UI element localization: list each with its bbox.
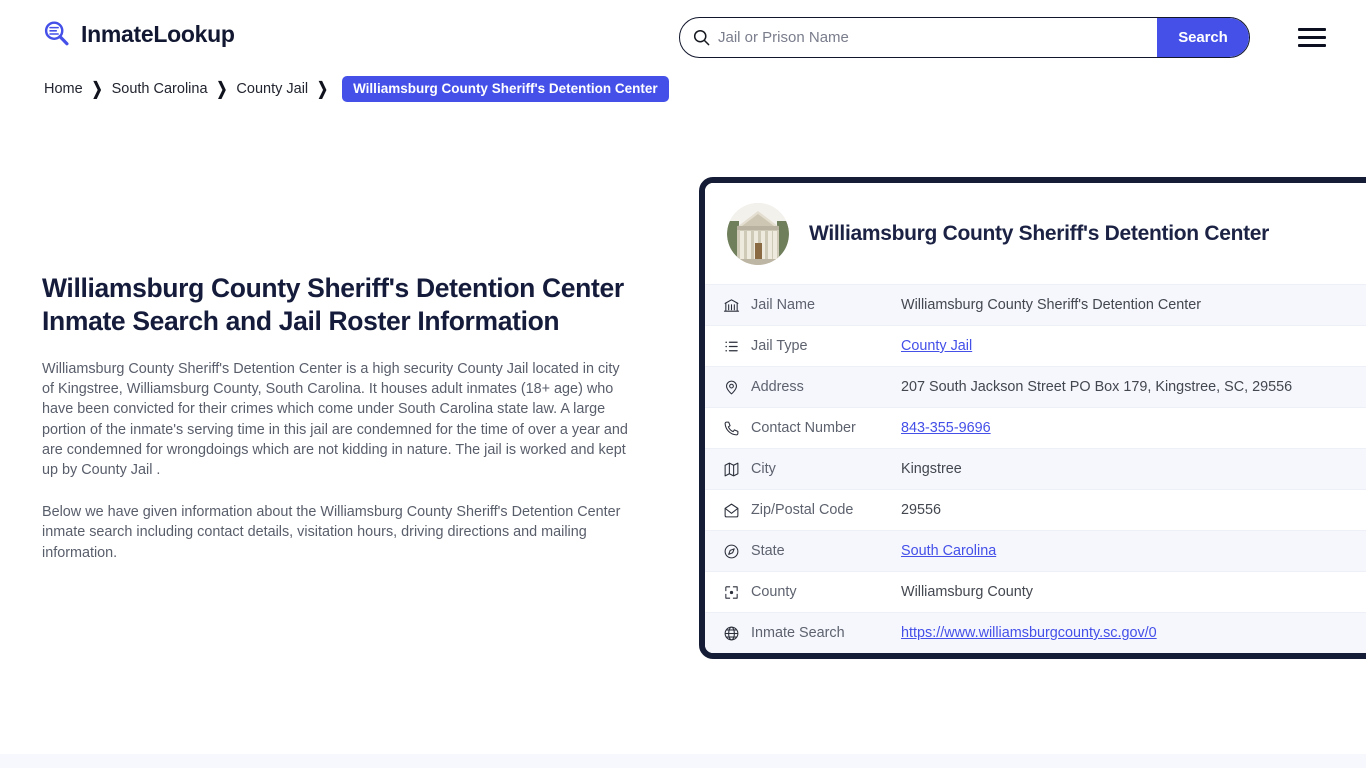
globe-icon (723, 625, 751, 642)
hamburger-bar (1298, 44, 1326, 47)
table-row: Jail Type County Jail (705, 325, 1366, 366)
row-value: 843-355-9696 (901, 420, 991, 436)
row-value: Williamsburg County (901, 584, 1033, 600)
map-marker-box-icon (723, 584, 751, 601)
mail-open-icon (723, 502, 751, 519)
chevron-right-icon: ❯ (92, 78, 103, 100)
chevron-right-icon: ❯ (317, 78, 328, 100)
breadcrumb-item-current: Williamsburg County Sheriff's Detention … (342, 76, 669, 102)
row-value: South Carolina (901, 543, 996, 559)
hamburger-menu-icon[interactable] (1298, 24, 1328, 50)
table-row: Contact Number 843-355-9696 (705, 407, 1366, 448)
footer-strip (0, 754, 1366, 768)
row-label: Zip/Postal Code (751, 502, 901, 518)
page-title: Williamsburg County Sheriff's Detention … (42, 272, 642, 337)
jail-info-table: Jail Name Williamsburg County Sheriff's … (705, 284, 1366, 653)
site-header: InmateLookup Search (0, 0, 1366, 72)
breadcrumb-item-jail-type[interactable]: County Jail (236, 81, 308, 97)
row-label: Jail Type (751, 338, 901, 354)
table-row: State South Carolina (705, 530, 1366, 571)
jail-info-card: Williamsburg County Sheriff's Detention … (699, 177, 1366, 659)
map-icon (723, 461, 751, 478)
hamburger-bar (1298, 36, 1326, 39)
row-value: https://www.williamsburgcounty.sc.gov/0 (901, 625, 1157, 641)
table-row: Inmate Search https://www.williamsburgco… (705, 612, 1366, 653)
jail-type-link[interactable]: County Jail (901, 338, 972, 354)
table-row: County Williamsburg County (705, 571, 1366, 612)
card-title: Williamsburg County Sheriff's Detention … (809, 222, 1269, 246)
row-label: Jail Name (751, 297, 901, 313)
search-button[interactable]: Search (1157, 18, 1249, 57)
row-value: County Jail (901, 338, 972, 354)
phone-icon (723, 420, 751, 437)
description-paragraph-1: Williamsburg County Sheriff's Detention … (42, 359, 634, 480)
row-label: County (751, 584, 901, 600)
table-row: Address 207 South Jackson Street PO Box … (705, 366, 1366, 407)
search-input[interactable] (718, 18, 1157, 57)
magnifier-list-icon (42, 19, 72, 49)
row-value: 207 South Jackson Street PO Box 179, Kin… (901, 379, 1292, 395)
table-row: Jail Name Williamsburg County Sheriff's … (705, 284, 1366, 325)
row-label: Contact Number (751, 420, 901, 436)
row-value: Kingstree (901, 461, 962, 477)
chevron-right-icon: ❯ (217, 78, 228, 100)
row-label: City (751, 461, 901, 477)
page-root: InmateLookup Search Home ❯ South Carolin… (0, 0, 1366, 768)
inmate-search-link[interactable]: https://www.williamsburgcounty.sc.gov/0 (901, 625, 1157, 641)
breadcrumb-item-state[interactable]: South Carolina (112, 81, 208, 97)
table-row: Zip/Postal Code 29556 (705, 489, 1366, 530)
main-content-column: Williamsburg County Sheriff's Detention … (42, 272, 642, 563)
table-row: City Kingstree (705, 448, 1366, 489)
bank-building-icon (723, 297, 751, 314)
search-icon (680, 28, 718, 47)
brand-name: InmateLookup (81, 23, 235, 46)
location-pin-icon (723, 379, 751, 396)
row-label: Inmate Search (751, 625, 901, 641)
card-header: Williamsburg County Sheriff's Detention … (705, 183, 1366, 284)
courthouse-building-photo (727, 203, 789, 265)
state-link[interactable]: South Carolina (901, 543, 996, 559)
row-label: Address (751, 379, 901, 395)
hamburger-bar (1298, 28, 1326, 31)
row-value: Williamsburg County Sheriff's Detention … (901, 297, 1201, 313)
breadcrumb-item-home[interactable]: Home (44, 81, 83, 97)
phone-link[interactable]: 843-355-9696 (901, 420, 991, 436)
compass-icon (723, 543, 751, 560)
description-paragraph-2: Below we have given information about th… (42, 502, 622, 563)
breadcrumb: Home ❯ South Carolina ❯ County Jail ❯ Wi… (44, 76, 669, 102)
row-value: 29556 (901, 502, 941, 518)
row-label: State (751, 543, 901, 559)
search-bar[interactable]: Search (679, 17, 1250, 58)
brand-logo-link[interactable]: InmateLookup (42, 19, 235, 49)
list-icon (723, 338, 751, 355)
